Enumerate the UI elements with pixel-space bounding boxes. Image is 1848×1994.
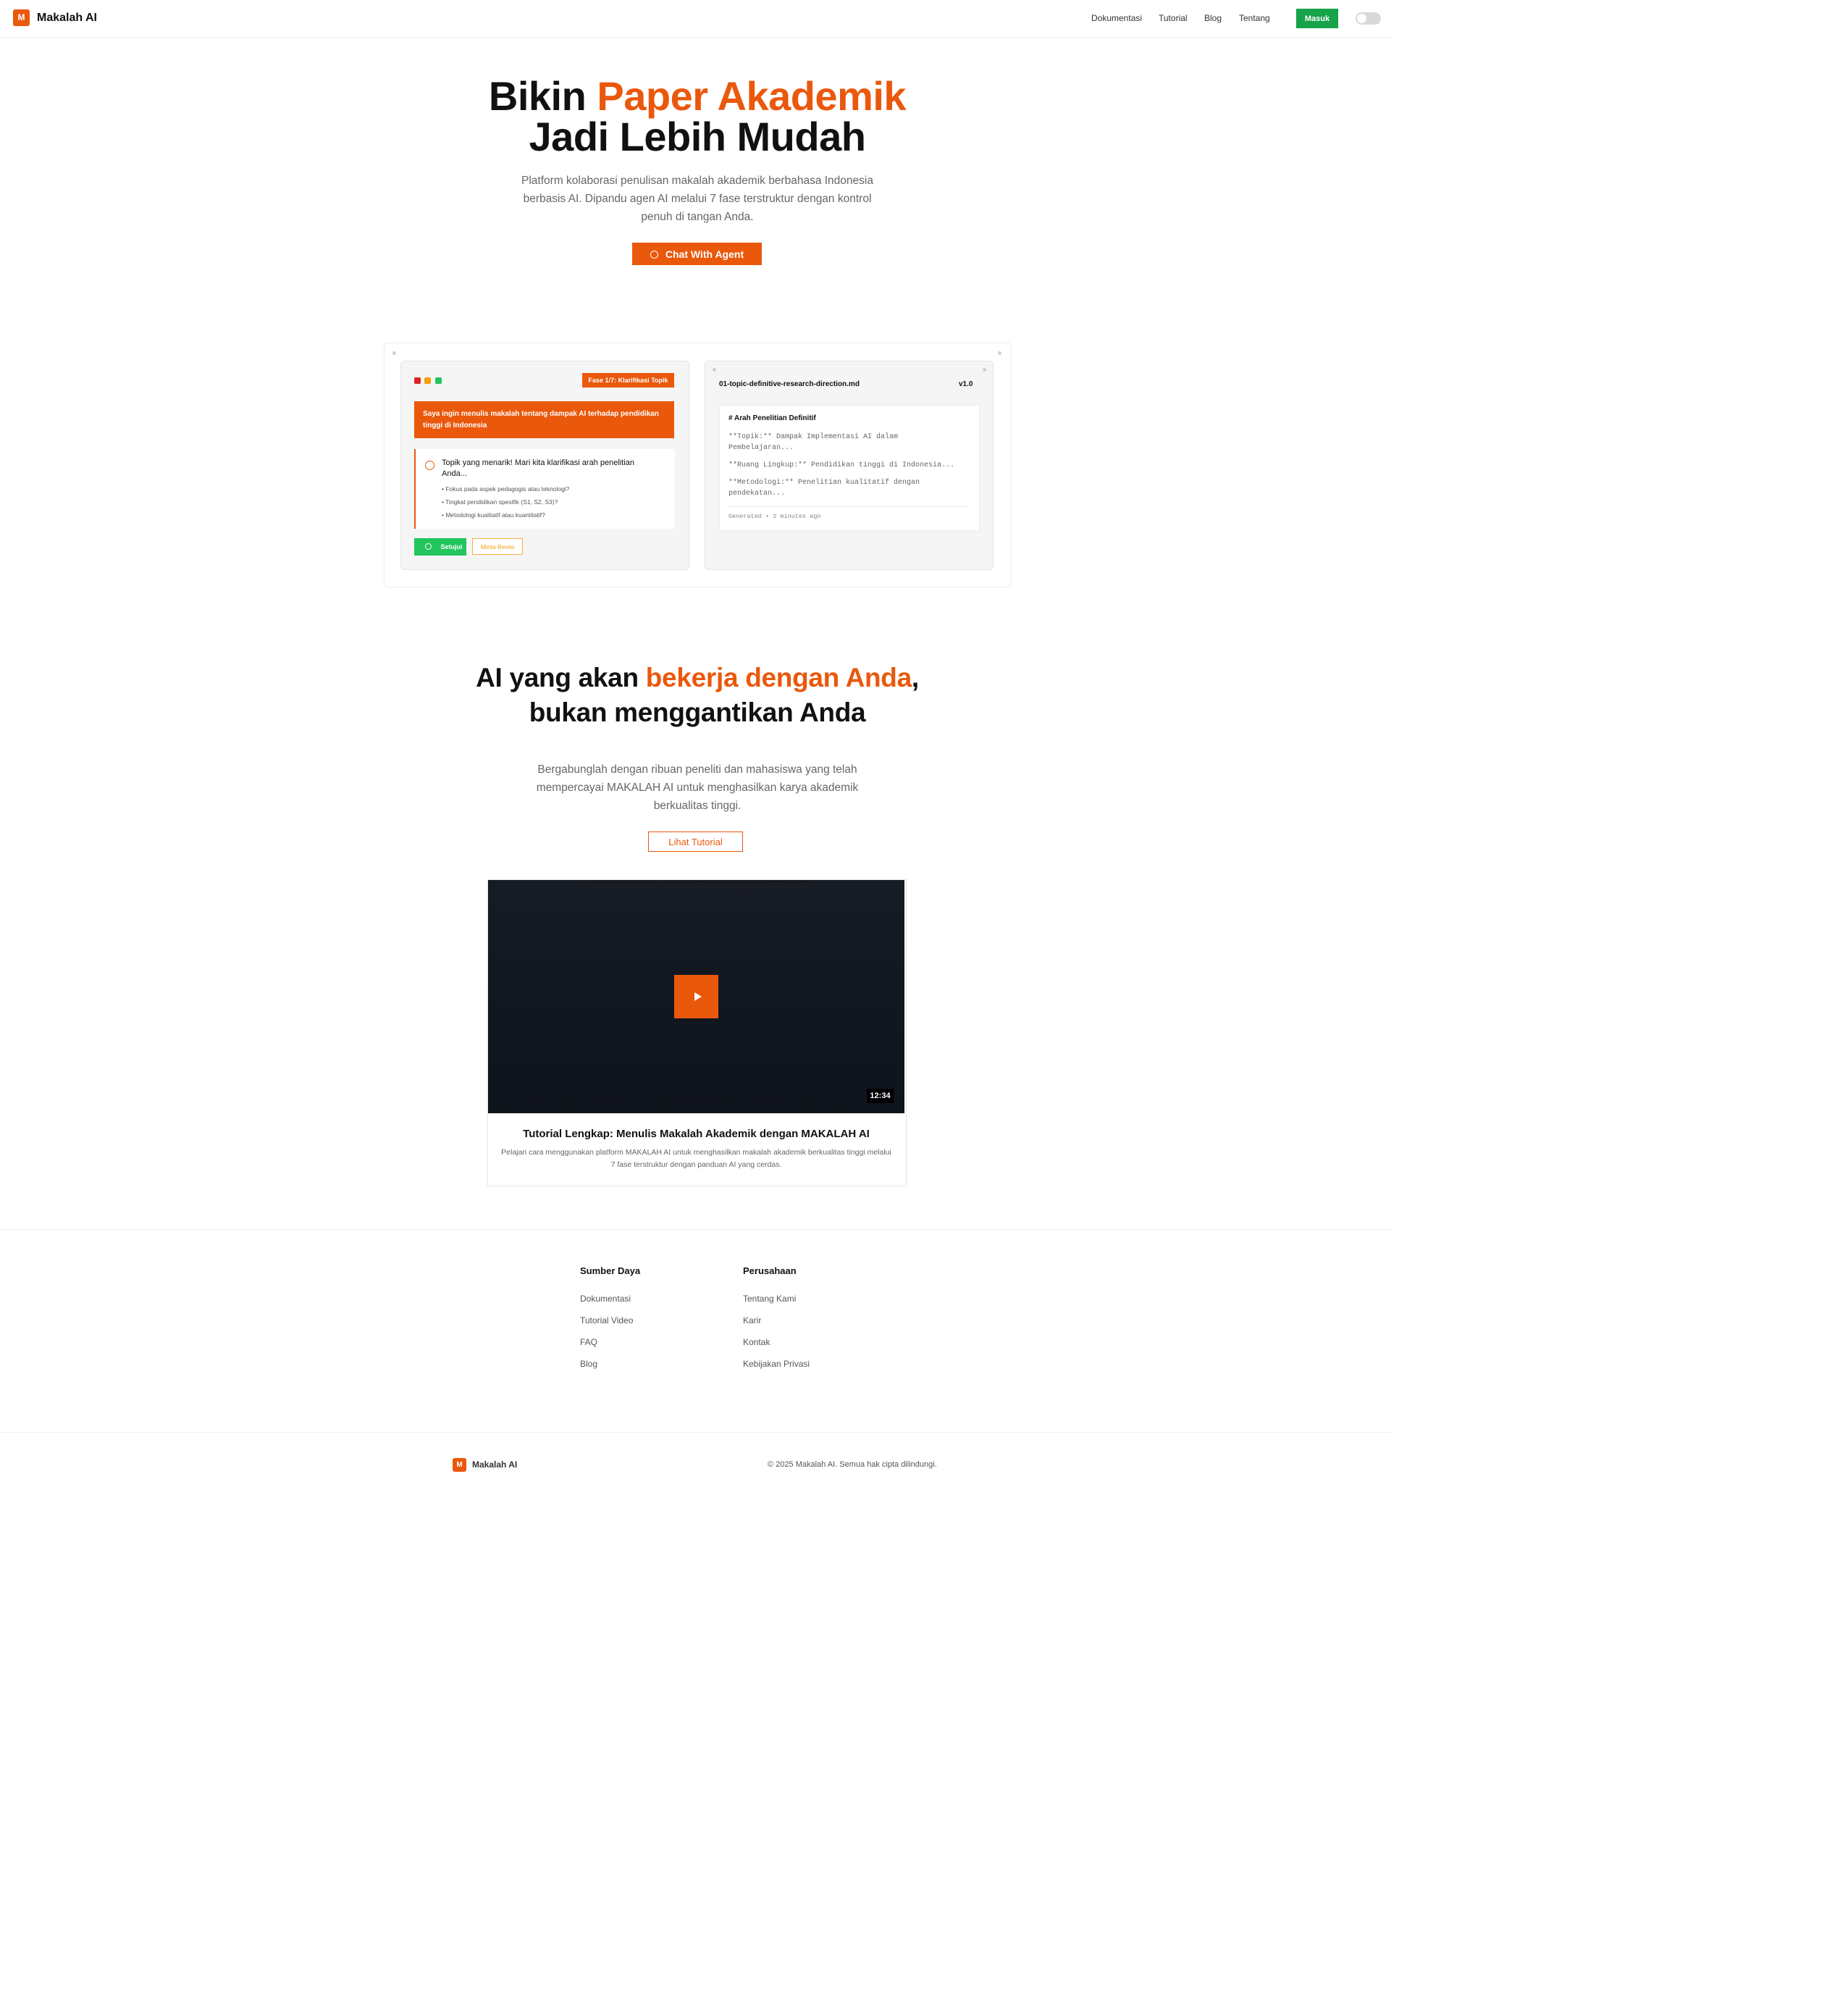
ai-question-item: • Metodologi kualitatif atau kuantitatif… <box>442 511 545 519</box>
hero-title-highlight: Paper Akademik <box>597 73 907 119</box>
document-heading: # Arah Penelitian Definitif <box>728 414 816 422</box>
window-close-dot <box>414 377 421 384</box>
section-title: AI yang akan bekerja dengan Anda, bukan … <box>463 661 931 730</box>
approve-label: Setujui <box>440 543 463 550</box>
panel-corner-dot <box>983 368 986 372</box>
approve-button[interactable]: Setujui <box>414 538 466 556</box>
request-revision-button[interactable]: Minta Revisi <box>472 538 523 555</box>
footer-heading-resources: Sumber Daya <box>580 1265 641 1276</box>
document-line-method: **Metodologi:** Penelitian kualitatif de… <box>728 479 920 498</box>
footer-link-privacy[interactable]: Kebijakan Privasi <box>743 1358 810 1370</box>
nav-link-tutorial[interactable]: Tutorial <box>1159 12 1188 24</box>
footer-link-video-tutorial[interactable]: Tutorial Video <box>580 1315 633 1326</box>
section-title-prefix: AI yang akan <box>476 663 646 692</box>
nav-link-blog[interactable]: Blog <box>1204 12 1222 24</box>
hero-description: Platform kolaborasi penulisan makalah ak… <box>521 175 873 223</box>
document-generated-time: Generated • 2 minutes ago <box>728 513 821 520</box>
panel-corner-dot <box>713 368 716 372</box>
theme-toggle[interactable] <box>1356 12 1381 25</box>
view-tutorial-button[interactable]: Lihat Tutorial <box>648 831 743 852</box>
footer-link-documentation[interactable]: Dokumentasi <box>580 1293 631 1304</box>
brand-name[interactable]: Makalah AI <box>37 10 97 26</box>
toggle-knob <box>1357 14 1366 23</box>
phase-badge: Fase 1/7: Klarifikasi Topik <box>582 373 674 388</box>
section-title-highlight: bekerja dengan Anda <box>645 663 912 692</box>
footer-link-blog[interactable]: Blog <box>580 1358 597 1370</box>
ai-question-item: • Fokus pada aspek pedagogis atau teknol… <box>442 485 570 493</box>
ai-message-text: Topik yang menarik! Mari kita klarifikas… <box>442 458 634 478</box>
video-duration-badge: 12:34 <box>867 1089 894 1103</box>
cta-label: Chat With Agent <box>665 248 744 260</box>
document-filename: 01-topic-definitive-research-direction.m… <box>719 380 860 388</box>
info-icon <box>650 251 658 259</box>
window-minimize-dot <box>424 377 431 384</box>
frame-corner-dot <box>392 351 396 355</box>
frame-corner-dot <box>998 351 1001 355</box>
login-button[interactable]: Masuk <box>1296 9 1338 28</box>
nav-link-tentang[interactable]: Tentang <box>1239 12 1270 24</box>
footer-link-contact[interactable]: Kontak <box>743 1336 770 1348</box>
ai-question-item: • Tingkat pendidikan spesifik (S1, S2, S… <box>442 498 558 506</box>
document-line-topic: **Topik:** Dampak Implementasi AI dalam … <box>728 433 899 452</box>
video-title: Tutorial Lengkap: Menulis Makalah Akadem… <box>523 1128 870 1140</box>
footer-logo-icon[interactable]: M <box>453 1458 466 1472</box>
footer-link-faq[interactable]: FAQ <box>580 1336 597 1348</box>
document-line-scope: **Ruang Lingkup:** Pendidikan tinggi di … <box>728 461 955 469</box>
chat-with-agent-button[interactable]: Chat With Agent <box>632 243 762 265</box>
footer-bottom-divider <box>0 1432 1393 1433</box>
hero-title-line2: Jadi Lebih Mudah <box>529 114 866 159</box>
window-maximize-dot <box>435 377 442 384</box>
video-description: Pelajari cara menggunakan platform MAKAL… <box>501 1148 891 1169</box>
footer-heading-company: Perusahaan <box>743 1265 797 1276</box>
info-icon <box>425 461 434 470</box>
hero-title: Bikin Paper Akademik Jadi Lebih Mudah <box>478 76 917 157</box>
footer-link-careers[interactable]: Karir <box>743 1315 761 1326</box>
nav-link-dokumentasi[interactable]: Dokumentasi <box>1091 12 1142 24</box>
user-message-bubble: Saya ingin menulis makalah tentang dampa… <box>414 401 674 438</box>
section-title-suffix: , <box>911 663 919 692</box>
footer-link-about[interactable]: Tentang Kami <box>743 1293 796 1304</box>
video-thumbnail-alt-text: Tutorial Cara Menulis Makalah Akademik d… <box>584 881 808 890</box>
check-circle-icon <box>425 543 432 550</box>
document-version: v1.0 <box>959 380 973 388</box>
section-title-line2: bukan menggantikan Anda <box>529 698 866 727</box>
copyright-text: © 2025 Makalah AI. Semua hak cipta dilin… <box>768 1460 937 1469</box>
footer-divider <box>0 1229 1393 1230</box>
section-description: Bergabunglah dengan ribuan peneliti dan … <box>536 763 859 812</box>
play-icon <box>694 992 702 1001</box>
hero-title-prefix: Bikin <box>488 73 597 119</box>
footer-brand-name[interactable]: Makalah AI <box>472 1459 517 1470</box>
logo-icon[interactable]: M <box>13 9 30 26</box>
document-divider <box>728 506 967 507</box>
